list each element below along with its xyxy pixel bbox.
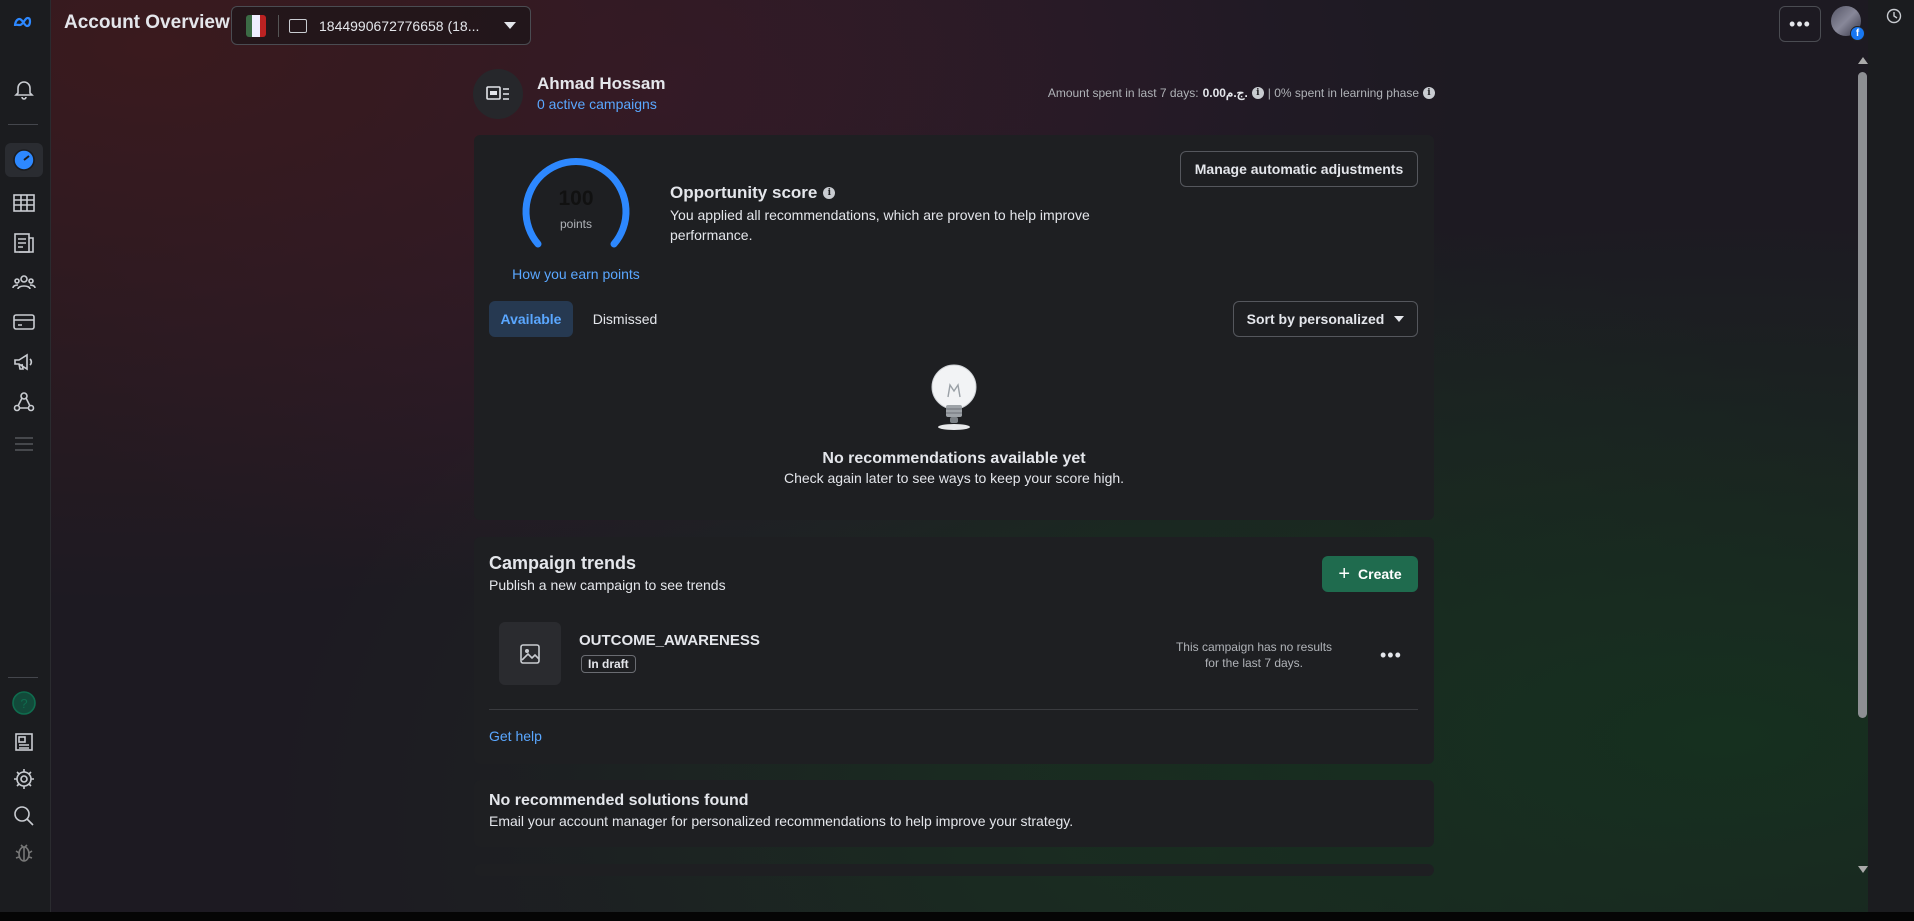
megaphone-icon[interactable] [5,345,43,379]
left-navigation: ? [0,0,51,912]
chevron-down-icon [1394,316,1405,322]
pages-icon[interactable] [5,226,43,260]
solutions-title: No recommended solutions found [489,792,749,809]
page-title: Account Overview [64,12,230,33]
bell-icon[interactable] [5,72,43,106]
opportunity-description: You applied all recommendations, which a… [670,207,1090,243]
scrollbar-thumb[interactable] [1858,72,1867,718]
recommended-solutions-card: No recommended solutions found Email you… [474,780,1434,847]
info-icon[interactable]: i [1251,87,1264,99]
campaign-trends-subtitle: Publish a new campaign to see trends [489,577,726,593]
tab-available[interactable]: Available [489,301,573,337]
plus-icon: + [1338,563,1351,585]
nav-divider [8,124,38,125]
svg-text:?: ? [20,696,27,711]
audience-icon[interactable] [5,265,43,299]
empty-state-description: Check again later to see ways to keep yo… [783,470,1125,486]
spent-value: 0.00ج.م. [1202,86,1248,100]
meta-logo-icon[interactable] [5,6,43,40]
campaign-name[interactable]: OUTCOME_AWARENESS [579,632,760,649]
bug-icon[interactable] [5,836,43,870]
table-icon[interactable] [5,186,43,220]
spent-label: Amount spent in last 7 days: [1047,86,1199,100]
opportunity-score-card: 100 points How you earn points Opportuni… [474,135,1434,520]
campaign-trends-card: Campaign trends Publish a new campaign t… [474,537,1434,764]
news-icon[interactable] [5,725,43,759]
campaign-trends-title: Campaign trends [489,553,637,573]
more-options-button[interactable]: ••• [1779,6,1821,42]
spend-summary: Amount spent in last 7 days: 0.00ج.م. i … [1048,86,1435,100]
chevron-down-icon [504,22,516,29]
account-id-label: 1844990672776658 (18... [319,17,480,34]
facebook-badge-icon: f [1850,26,1865,41]
empty-state-title: No recommendations available yet [822,450,1086,467]
selector-divider [278,14,279,37]
score-value: 100 [558,187,594,210]
info-icon[interactable]: i [823,187,836,199]
create-button[interactable]: + Create [1322,556,1418,592]
next-card-partial [474,864,1434,876]
ad-account-icon [289,18,307,33]
right-utility-strip [1868,0,1914,912]
help-icon[interactable]: ? [5,686,43,720]
score-unit: points [559,217,593,231]
section-divider [489,709,1418,710]
clock-icon[interactable] [1886,8,1902,24]
menu-icon[interactable] [5,427,43,461]
account-avatar [246,14,266,37]
network-icon[interactable] [5,385,43,419]
opportunity-title: Opportunity score i [670,183,836,203]
how-you-earn-points-link[interactable]: How you earn points [510,266,642,282]
window-bottom-edge [0,912,1914,921]
campaign-thumbnail[interactable] [499,622,561,685]
dashboard-icon[interactable] [5,143,43,177]
sort-dropdown[interactable]: Sort by personalized [1233,301,1418,337]
ad-account-icon [486,86,509,100]
account-name: Ahmad Hossam [537,74,666,93]
search-icon[interactable] [5,799,43,833]
solutions-description: Email your account manager for personali… [489,813,1074,829]
learning-phase-label: | 0% spent in learning phase [1267,86,1419,100]
lightbulb-icon [931,364,977,430]
status-badge: In draft [581,655,636,673]
gear-icon[interactable] [5,762,43,796]
campaign-more-options-button[interactable]: ••• [1380,645,1402,666]
nav-divider-bottom [8,677,38,678]
get-help-link[interactable]: Get help [489,728,542,744]
campaign-results-note: This campaign has no results for the las… [1175,640,1333,670]
manage-automatic-adjustments-button[interactable]: Manage automatic adjustments [1180,151,1418,187]
sort-label: Sort by personalized [1246,311,1385,327]
scroll-up-arrow[interactable] [1858,57,1868,64]
scroll-down-arrow[interactable] [1858,866,1868,873]
opportunity-title-text: Opportunity score [670,183,818,202]
tab-dismissed[interactable]: Dismissed [580,301,670,337]
create-label: Create [1358,566,1402,582]
billing-icon[interactable] [5,305,43,339]
active-campaigns-link[interactable]: 0 active campaigns [537,96,657,112]
info-icon[interactable]: i [1423,87,1435,99]
account-selector[interactable]: 1844990672776658 (18... [231,6,531,45]
ad-account-avatar [473,69,523,119]
image-icon [520,643,540,664]
